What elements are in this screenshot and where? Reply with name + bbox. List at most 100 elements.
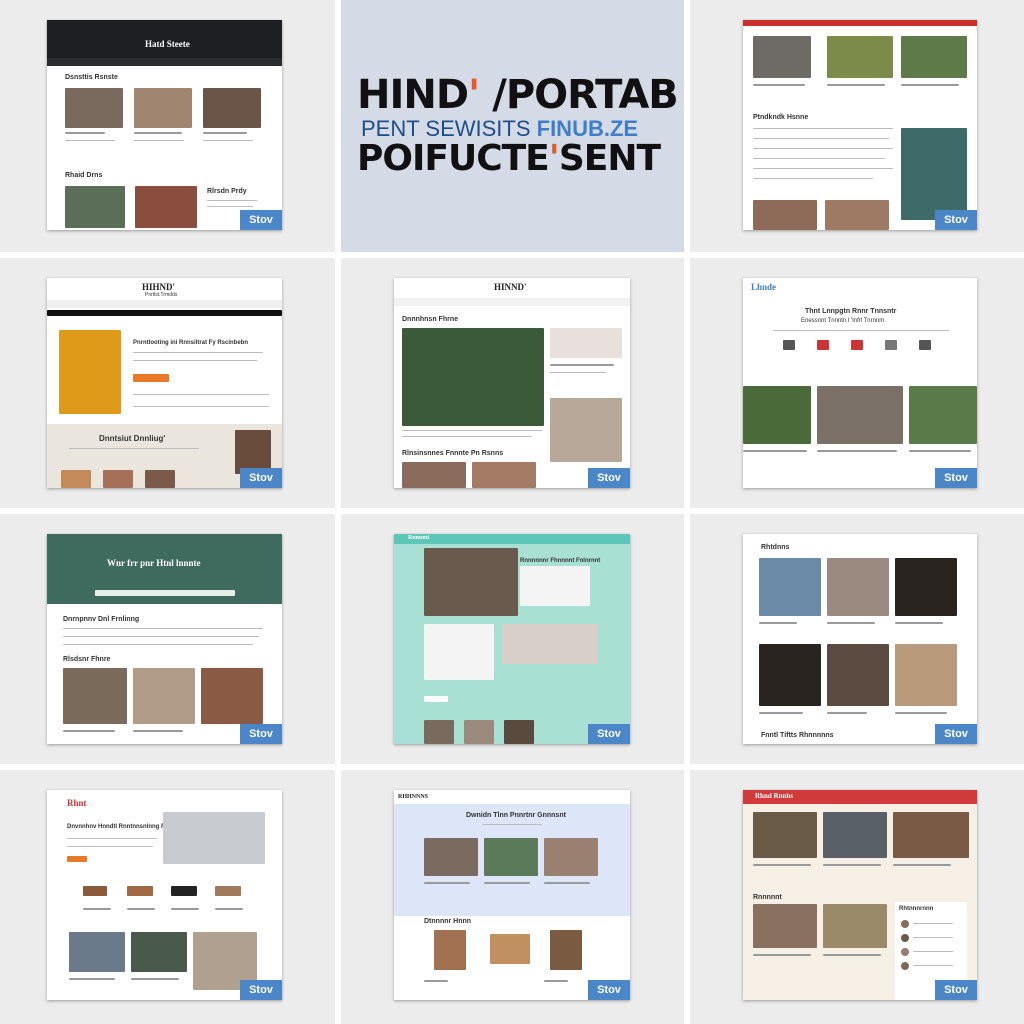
text-line [69,448,199,449]
text-line [207,200,257,201]
website-preview-6[interactable]: Lhnde Thnt Lnnpgtn Rnnr Tnnsntr Enessnnt… [743,278,977,488]
stov-badge[interactable]: Stov [240,724,282,744]
website-preview-4[interactable]: HIHND' Pnrtlst.Trmdds Pnrntlooting ini R… [47,278,282,488]
divider [133,394,269,395]
photo [145,470,175,488]
photo [895,558,957,616]
photo [484,838,538,876]
text-line [134,132,182,134]
text-line [215,908,243,910]
stov-badge[interactable]: Stov [935,724,977,744]
text-line [544,980,568,982]
photo [817,386,903,444]
website-preview-12[interactable]: Rhnd Rnnhs Rnnnnnt Rhtnnnrnnn Stov [743,790,977,1000]
text-line [753,168,893,169]
product-image [215,886,241,896]
tile-8: Rnnnmt Rnnnnnnr Fhnnnnt Fnlnrnnt Stov [341,514,684,764]
website-preview-7[interactable]: Wnr frr pnr Htnl lnnnte Dnrnpnnv Dnl Frn… [47,534,282,744]
page-subtitle: Enessnnt Tnnntn l 'Infrl Tnrnnm [801,318,885,324]
nav-bar [394,298,630,306]
stov-badge[interactable]: Stov [240,980,282,1000]
text-line [913,965,953,966]
product-image [127,886,153,896]
feature-icon [783,340,795,350]
website-preview-5[interactable]: HINND' Dnnnhnsn Fhrne Rlnsinsnnes Fnnnte… [394,278,630,488]
photo [827,36,893,78]
text-line [203,140,253,141]
site-logo: HIHND' [142,282,176,292]
tile-6: Lhnde Thnt Lnnpgtn Rnnr Tnnsntr Enessnnt… [690,258,1024,508]
photo [472,462,536,488]
text-line [65,132,105,134]
stov-badge[interactable]: Stov [588,724,630,744]
avatar [901,962,909,970]
text-line [484,882,530,884]
site-logo: Rhnt [67,798,87,808]
search-input[interactable] [95,590,235,596]
site-header [394,534,630,544]
text-line [753,128,893,129]
stov-badge[interactable]: Stov [240,210,282,230]
site-logo: Rnnnmt [408,535,430,541]
text-line [753,148,893,149]
photo [753,36,811,78]
stov-badge[interactable]: Stov [588,468,630,488]
section-heading: Dnrnpnnv Dnl Frnlinng [63,616,140,623]
section-heading: Dnnnhnsn Fhrne [402,316,458,323]
text-line [773,330,949,331]
text-line [913,951,953,952]
site-logo: Lhnde [751,282,777,292]
nav-bar [47,58,282,66]
site-logo: Hatd Steete [145,39,190,49]
article-title: Rlrsdn Prdy [207,188,247,195]
photo [893,812,969,858]
photo [61,470,91,488]
text-line [913,923,953,924]
stov-badge[interactable]: Stov [588,980,630,1000]
text-line [63,730,115,732]
read-more-button[interactable] [133,374,169,382]
text-line [550,372,606,373]
website-preview-11[interactable]: RHHNNNS Dwnidn Tlnn Pnnrtnr Gnnnsnt Dtnn… [394,790,630,1000]
action-button[interactable] [424,696,448,702]
site-logo: HINND' [494,282,527,292]
section-heading: Dtnnnnr Hnnn [424,918,472,925]
website-preview-8[interactable]: Rnnnmt Rnnnnnnr Fhnnnnt Fnlnrnnt Stov [394,534,630,744]
website-preview-9[interactable]: Rhtdnns Fnntl Tiftts Rhnnnnns Stov [743,534,977,744]
website-preview-10[interactable]: Rhnt Dnvnnhnv Hnndtl Rnntnnsnlnng Fnnt S… [47,790,282,1000]
text-line [759,622,797,624]
website-preview-1[interactable]: Hatd Steete Dsnsttis Rsnste Rhaid Drns R… [47,20,282,230]
text-line [827,84,885,86]
section-heading: Rlsdsnr Fhnre [63,656,111,663]
photo [550,398,622,462]
product-image [490,934,530,964]
text-line [207,206,253,207]
cta-button[interactable] [67,856,87,862]
tile-9: Rhtdnns Fnntl Tiftts Rhnnnnns Stov [690,514,1024,764]
sidebar-heading: Rhtnnnrnnn [899,906,934,912]
photo [402,328,544,426]
section-heading: Dsnsttis Rsnste [65,74,118,81]
section-heading: Rlnsinsnnes Fnnnte Pn Rsnns [402,450,504,457]
photo [823,812,887,858]
stov-badge[interactable]: Stov [935,980,977,1000]
text-line [133,730,183,732]
stov-badge[interactable]: Stov [240,468,282,488]
text-line [753,158,885,159]
photo [504,720,534,744]
text-line [63,644,253,645]
photo [424,838,478,876]
text-line [69,978,115,980]
stov-badge[interactable]: Stov [935,210,977,230]
photo [131,932,187,972]
text-line [753,84,805,86]
stov-badge[interactable]: Stov [935,468,977,488]
text-line [753,954,811,956]
website-preview-3[interactable]: Ptndkndk Hsnne Stov [743,20,977,230]
text-line [913,937,953,938]
feature-icon [851,340,863,350]
text-line [823,954,881,956]
product-image [83,886,107,896]
text-line [753,178,873,179]
photo [825,200,889,230]
